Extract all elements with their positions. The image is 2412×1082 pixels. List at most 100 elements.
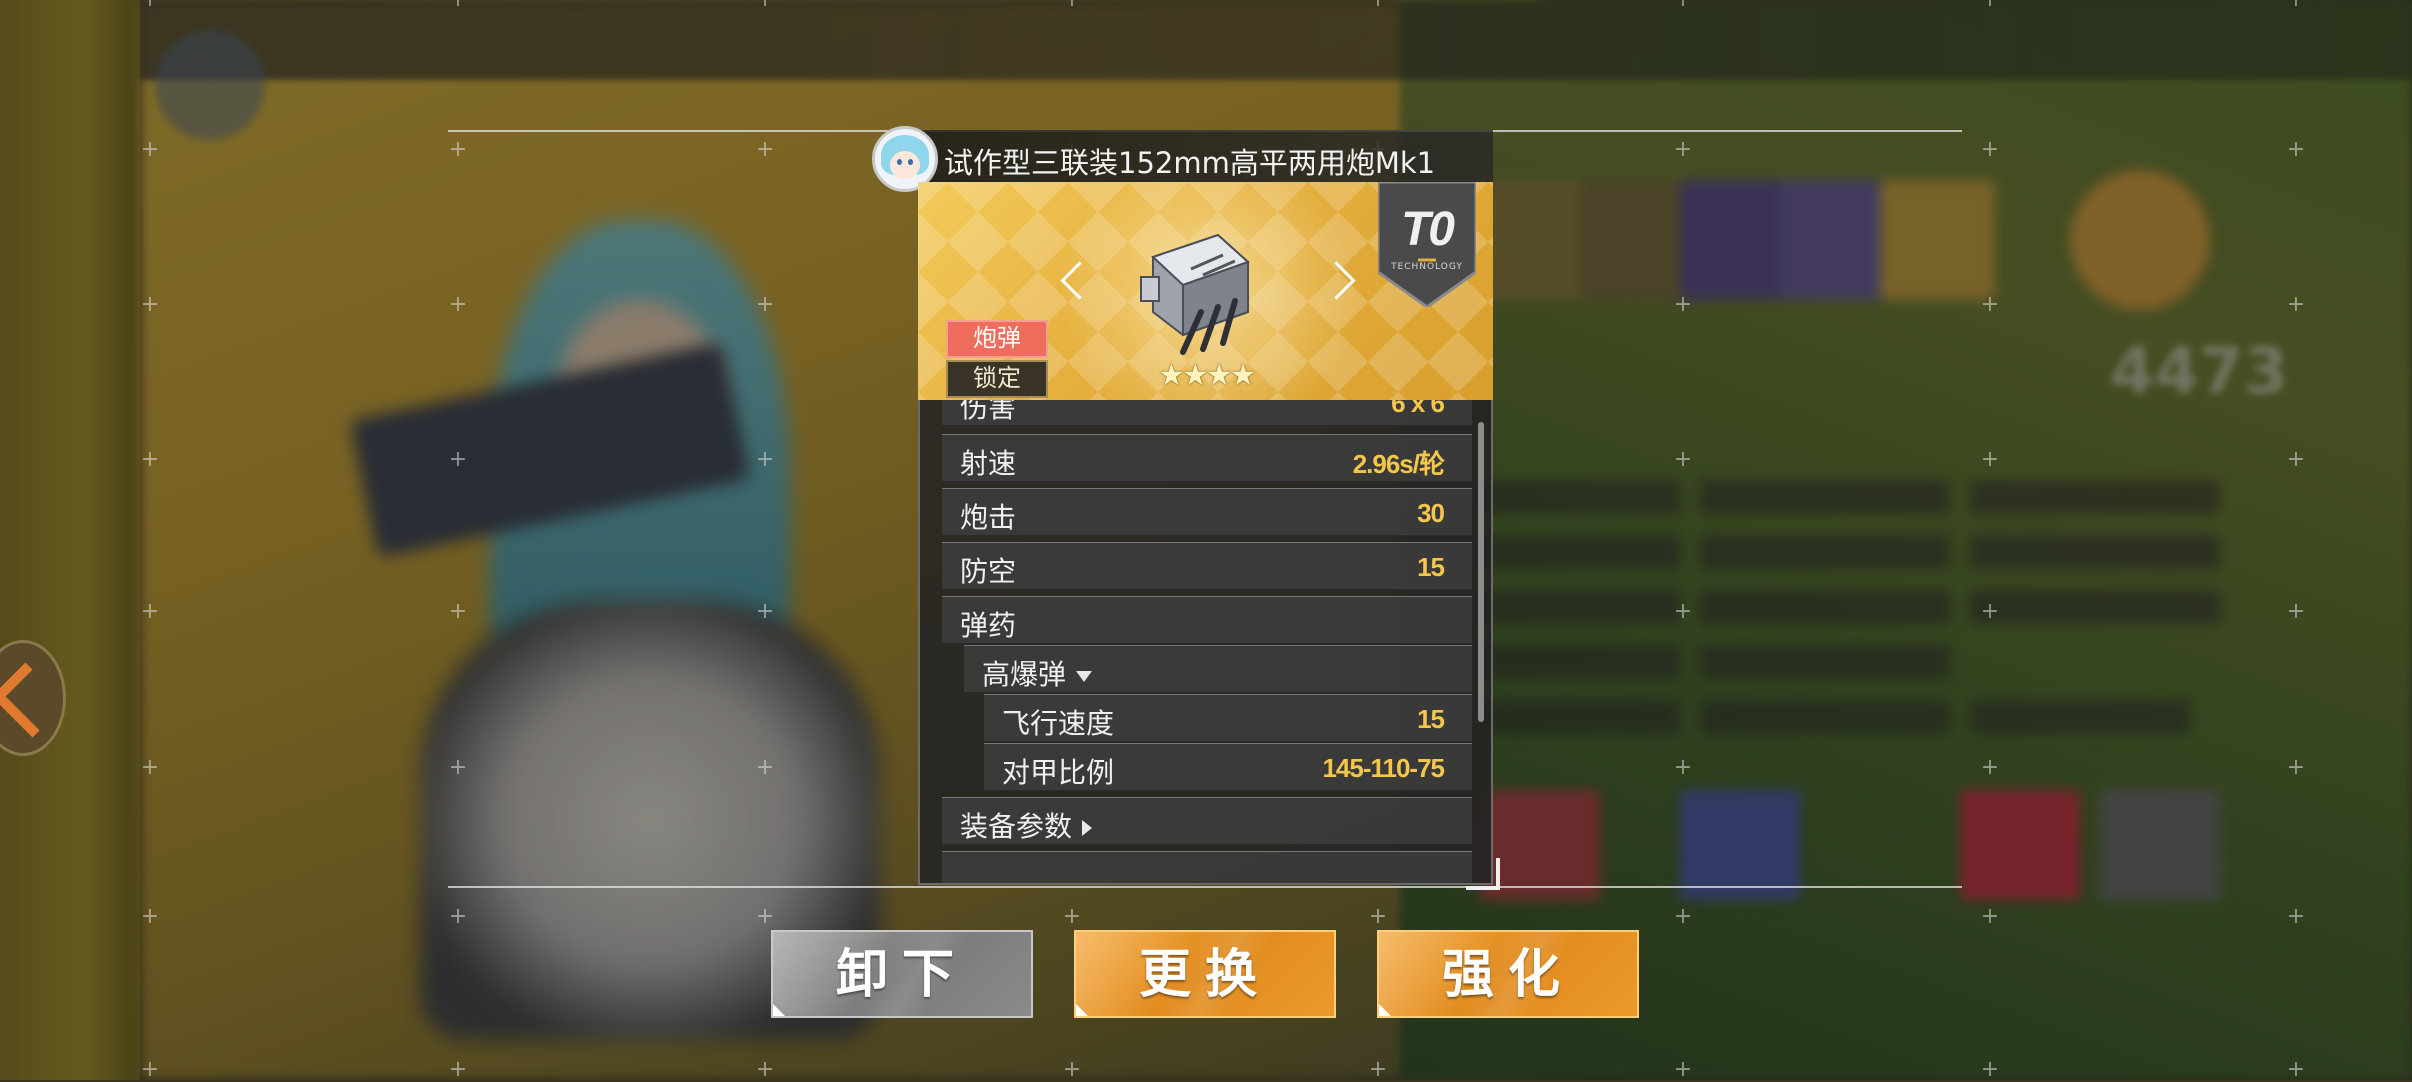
crosshair-mark: + — [448, 1057, 468, 1082]
enhance-label: 强化 — [1441, 944, 1574, 1005]
crosshair-mark: + — [1673, 137, 1693, 162]
stat-row-anti-air: 防空 15 — [942, 542, 1472, 590]
stat-label: 防空 — [960, 555, 1017, 588]
unload-label: 卸下 — [835, 944, 968, 1005]
crosshair-mark: + — [1673, 755, 1693, 780]
crosshair-mark: + — [140, 447, 160, 472]
crosshair-mark: + — [1368, 904, 1388, 929]
tech-level-badge: T0 TECHNOLOGY — [1378, 182, 1476, 307]
crosshair-mark: + — [1980, 904, 2000, 929]
crosshair-mark: + — [2286, 1057, 2306, 1082]
crosshair-mark: + — [1980, 137, 2000, 162]
equipment-card: T0 TECHNOLOGY 炮弹 锁定 ★★★★ — [918, 182, 1493, 400]
crosshair-mark: + — [2286, 755, 2306, 780]
caret-right-icon — [1082, 820, 1093, 836]
crosshair-mark: + — [1673, 292, 1693, 317]
crosshair-mark: + — [139, 0, 161, 11]
crosshair-mark: + — [2286, 904, 2306, 929]
replace-label: 更换 — [1138, 944, 1271, 1005]
stat-row-projectile-speed: 飞行速度 15 — [984, 694, 1472, 742]
crosshair-mark: + — [448, 292, 468, 317]
stat-label: 对甲比例 — [1002, 756, 1115, 789]
equipment-type-tag: 炮弹 — [946, 320, 1048, 358]
crosshair-mark: + — [1979, 0, 2001, 11]
crosshair-mark: + — [1980, 292, 2000, 317]
stat-label: 射速 — [960, 447, 1017, 480]
crosshair-mark: + — [2286, 447, 2306, 472]
stat-row-fire-rate: 射速 2.96s/轮 — [942, 434, 1472, 482]
crosshair-mark: + — [448, 599, 468, 624]
stat-value: 2.96s/轮 — [1352, 449, 1445, 479]
crosshair-mark: + — [754, 0, 776, 11]
stat-value: 15 — [1417, 704, 1445, 734]
stat-value: 15 — [1417, 552, 1445, 582]
crosshair-mark: + — [755, 755, 775, 780]
equipment-name: 试作型三联装152mm高平两用炮Mk1 — [944, 146, 1436, 180]
unload-button[interactable]: 卸下 — [771, 930, 1033, 1018]
enhance-button[interactable]: 强化 — [1377, 930, 1639, 1018]
crosshair-mark: + — [140, 1057, 160, 1082]
crosshair-mark: + — [1673, 904, 1693, 929]
crosshair-mark: + — [1672, 0, 1694, 11]
crosshair-mark: + — [1980, 1057, 2000, 1082]
replace-button[interactable]: 更换 — [1074, 930, 1336, 1018]
crosshair-mark: + — [1673, 1057, 1693, 1082]
crosshair-mark: + — [448, 137, 468, 162]
crosshair-mark: + — [448, 447, 468, 472]
params-label: 装备参数 — [960, 810, 1073, 843]
crosshair-mark: + — [755, 599, 775, 624]
crosshair-mark: + — [1980, 599, 2000, 624]
panel-corner-bracket — [1466, 858, 1500, 890]
crosshair-mark: + — [1062, 904, 1082, 929]
crosshair-mark: + — [1673, 599, 1693, 624]
equipment-info-panel: 试作型三联装152mm高平两用炮Mk1 T0 TECHNOLOGY 炮弹 锁定 … — [872, 126, 1500, 890]
stat-value: 145-110-75 — [1322, 753, 1445, 783]
equipment-title-bar: 试作型三联装152mm高平两用炮Mk1 — [872, 126, 1493, 192]
crosshair-mark: + — [2285, 0, 2307, 11]
crosshair-mark: + — [140, 292, 160, 317]
crosshair-mark: + — [755, 292, 775, 317]
crosshair-mark: + — [755, 904, 775, 929]
stat-row-armor-modifier: 对甲比例 145-110-75 — [984, 743, 1472, 791]
crosshair-mark: + — [140, 599, 160, 624]
crosshair-mark: + — [1368, 1057, 1388, 1082]
stat-row-partial — [942, 851, 1472, 883]
stat-row-firepower: 炮击 30 — [942, 488, 1472, 536]
triple-gun-turret-icon — [1140, 233, 1250, 355]
ammo-type-label: 高爆弹 — [982, 658, 1067, 691]
equipment-params-expander[interactable]: 装备参数 — [942, 797, 1472, 845]
stat-label: 炮击 — [960, 501, 1017, 534]
stat-label: 弹药 — [960, 609, 1017, 642]
crosshair-mark: + — [1673, 447, 1693, 472]
caret-down-icon — [1076, 670, 1093, 682]
crosshair-mark: + — [140, 904, 160, 929]
crosshair-mark: + — [755, 137, 775, 162]
crosshair-mark: + — [2286, 137, 2306, 162]
crosshair-mark: + — [447, 0, 469, 11]
crosshair-mark: + — [1367, 0, 1389, 11]
crosshair-mark: + — [2286, 599, 2306, 624]
crosshair-mark: + — [1061, 0, 1083, 11]
ammo-type-dropdown[interactable]: 高爆弹 — [964, 645, 1472, 693]
crosshair-mark: + — [1062, 1057, 1082, 1082]
crosshair-mark: + — [755, 447, 775, 472]
crosshair-mark: + — [140, 137, 160, 162]
stat-label: 飞行速度 — [1002, 707, 1115, 740]
stat-value: 6 x 6 — [1391, 400, 1445, 418]
stat-value: 30 — [1417, 498, 1445, 528]
crosshair-mark: + — [1980, 755, 2000, 780]
crosshair-mark: + — [140, 755, 160, 780]
crosshair-mark: + — [2286, 292, 2306, 317]
stat-row-damage: 伤害 6 x 6 — [942, 400, 1472, 426]
equipment-stats-list[interactable]: 伤害 6 x 6 射速 2.96s/轮 炮击 30 防空 15 弹药 高爆弹 飞… — [918, 400, 1493, 885]
crosshair-mark: + — [1980, 447, 2000, 472]
expand-arrow-icon — [0, 662, 67, 738]
rarity-stars: ★★★★ — [1158, 358, 1257, 393]
crosshair-mark: + — [755, 1057, 775, 1082]
crosshair-mark: + — [448, 904, 468, 929]
crosshair-mark: + — [448, 755, 468, 780]
stat-label: 伤害 — [960, 400, 1017, 424]
lock-button[interactable]: 锁定 — [946, 360, 1048, 398]
stat-row-ammo: 弹药 — [942, 596, 1472, 644]
stats-scrollbar[interactable] — [1478, 422, 1484, 722]
